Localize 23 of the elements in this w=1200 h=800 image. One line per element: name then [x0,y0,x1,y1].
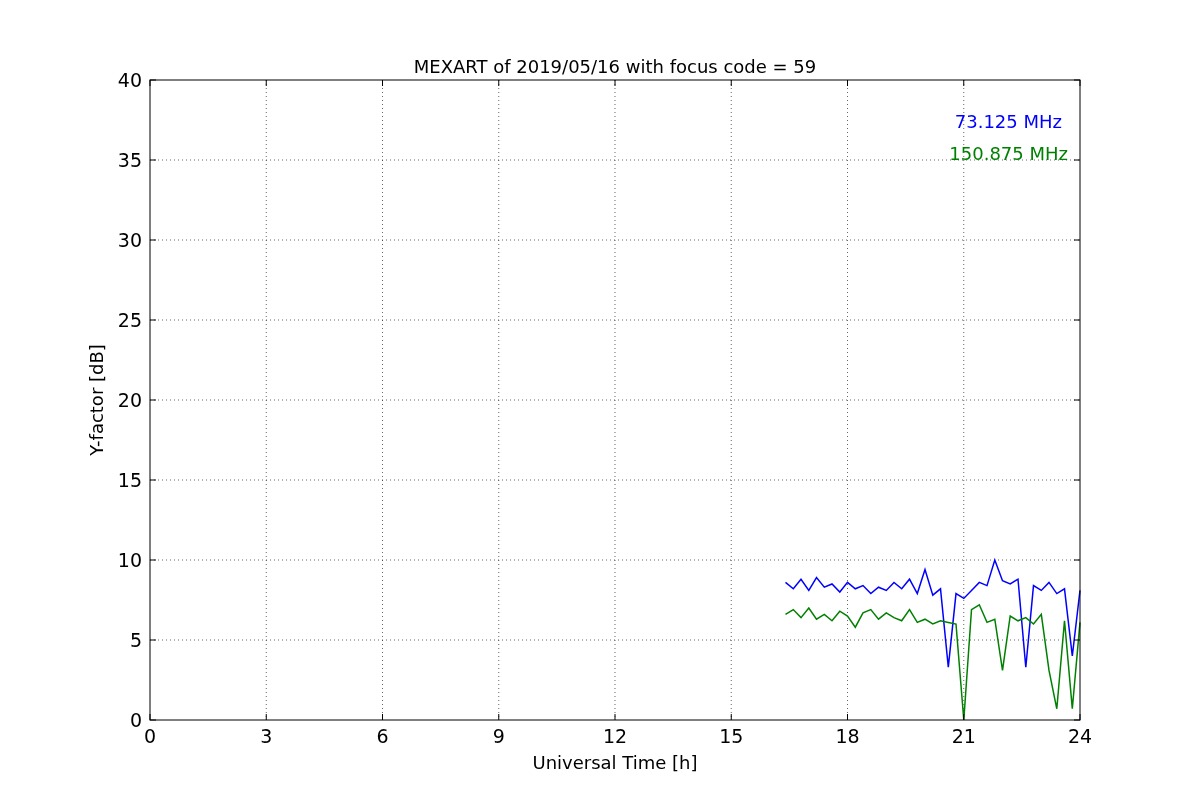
y-tick-label: 40 [117,69,142,91]
y-tick-label: 30 [117,229,142,251]
y-tick-label: 5 [129,629,142,651]
legend-label: 73.125 MHz [954,111,1062,132]
x-tick-label: 9 [492,725,505,747]
x-tick-label: 18 [835,725,860,747]
y-tick-label: 15 [117,469,142,491]
legend-label: 150.875 MHz [949,143,1068,164]
y-axis-label: Y-factor [dB] [86,344,107,456]
x-tick-label: 24 [1067,725,1093,747]
y-tick-label: 25 [117,309,142,331]
x-tick-label: 3 [260,725,273,747]
x-axis-label: Universal Time [h] [532,752,698,773]
y-tick-label: 10 [117,549,142,571]
chart-title: MEXART of 2019/05/16 with focus code = 59 [413,56,817,77]
x-tick-label: 15 [719,725,744,747]
x-tick-label: 0 [143,725,157,747]
y-tick-label: 35 [117,149,142,171]
y-tick-label: 0 [129,709,142,731]
x-tick-label: 12 [602,725,628,747]
y-tick-label: 20 [117,389,142,411]
x-tick-label: 6 [376,725,389,747]
x-tick-label: 21 [951,725,976,747]
